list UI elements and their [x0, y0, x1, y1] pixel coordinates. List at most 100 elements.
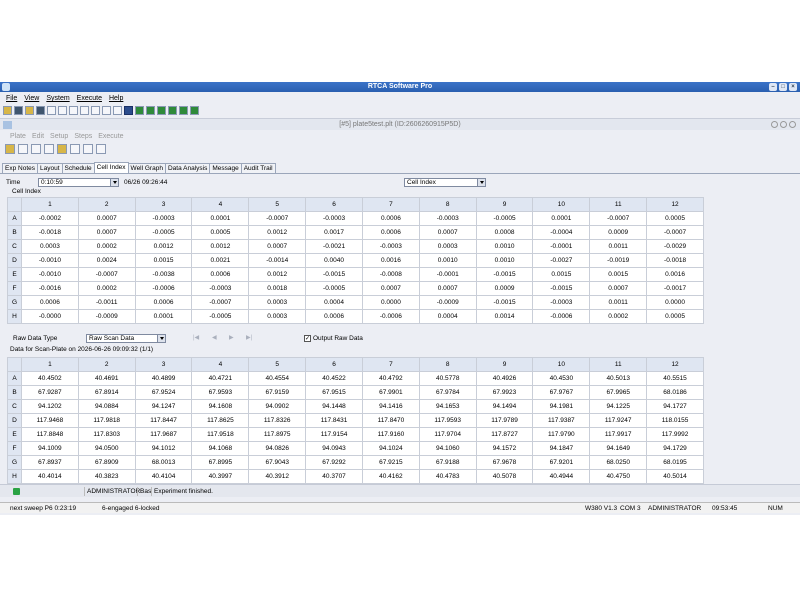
raw-data-cell[interactable]: 40.5014: [646, 469, 704, 484]
zoom-in-icon[interactable]: [91, 106, 100, 115]
station-1-icon[interactable]: [135, 106, 144, 115]
raw-data-cell[interactable]: 117.9704: [418, 427, 477, 442]
raw-data-cell[interactable]: 117.8470: [361, 413, 420, 428]
raw-data-cell[interactable]: 67.9784: [418, 385, 477, 400]
cell-index-cell[interactable]: -0.0015: [305, 267, 363, 282]
raw-data-cell[interactable]: 67.9678: [475, 455, 534, 470]
cell-index-cell[interactable]: -0.0010: [21, 267, 79, 282]
submenu-plate[interactable]: Plate: [10, 133, 26, 140]
raw-data-cell[interactable]: 117.9992: [646, 427, 704, 442]
raw-data-cell[interactable]: 94.1202: [21, 399, 79, 414]
raw-data-cell[interactable]: 67.9043: [248, 455, 307, 470]
submenu-edit[interactable]: Edit: [32, 133, 44, 140]
cell-index-cell[interactable]: 0.0007: [418, 225, 477, 240]
raw-data-cell[interactable]: 117.8303: [77, 427, 136, 442]
raw-data-cell[interactable]: 67.9524: [134, 385, 193, 400]
tab-exp-notes[interactable]: Exp Notes: [2, 163, 38, 173]
doc-restore-icon[interactable]: [780, 121, 787, 128]
cell-index-column-header[interactable]: 9: [475, 197, 534, 212]
cell-index-cell[interactable]: -0.0009: [418, 295, 477, 310]
cell-index-cell[interactable]: 0.0018: [248, 281, 307, 296]
cell-index-cell[interactable]: -0.0005: [134, 225, 193, 240]
tab-audit-trail[interactable]: Audit Trail: [240, 163, 276, 173]
raw-data-cell[interactable]: 117.9468: [21, 413, 79, 428]
raw-data-cell[interactable]: 40.4502: [21, 371, 79, 386]
cell-index-cell[interactable]: -0.0003: [361, 239, 420, 254]
raw-data-column-header[interactable]: 12: [646, 357, 704, 372]
cell-index-cell[interactable]: 0.0015: [532, 267, 591, 282]
raw-data-row-header[interactable]: H: [7, 469, 22, 484]
submenu-execute[interactable]: Execute: [98, 133, 123, 140]
minimize-button[interactable]: –: [769, 83, 777, 91]
cell-index-cell[interactable]: -0.0018: [21, 225, 79, 240]
cell-index-cell[interactable]: 0.0015: [589, 267, 648, 282]
message-icon[interactable]: [31, 144, 41, 154]
raw-data-cell[interactable]: 40.5515: [646, 371, 704, 386]
raw-data-cell[interactable]: 94.1653: [418, 399, 477, 414]
cell-index-cell[interactable]: 0.0007: [361, 281, 420, 296]
cell-index-cell[interactable]: 0.0006: [21, 295, 79, 310]
tab-layout[interactable]: Layout: [37, 163, 63, 173]
cell-index-cell[interactable]: 0.0010: [475, 253, 534, 268]
raw-data-cell[interactable]: 117.9917: [589, 427, 648, 442]
prev-page-icon[interactable]: ◀: [212, 334, 217, 341]
raw-data-cell[interactable]: 94.0500: [77, 441, 136, 456]
cell-index-cell[interactable]: -0.0001: [532, 239, 591, 254]
cell-index-column-header[interactable]: 7: [361, 197, 420, 212]
raw-data-column-header[interactable]: 5: [248, 357, 307, 372]
cell-index-cell[interactable]: -0.0014: [248, 253, 307, 268]
raw-data-cell[interactable]: 94.1247: [134, 399, 193, 414]
raw-data-column-header[interactable]: 11: [589, 357, 648, 372]
raw-data-cell[interactable]: 67.9767: [532, 385, 591, 400]
raw-data-cell[interactable]: 117.9160: [361, 427, 420, 442]
plate-skip-icon[interactable]: [83, 144, 93, 154]
cell-index-cell[interactable]: -0.0003: [418, 211, 477, 226]
cell-index-cell[interactable]: -0.0005: [305, 281, 363, 296]
save-icon[interactable]: [14, 106, 23, 115]
cell-index-cell[interactable]: 0.0007: [418, 281, 477, 296]
raw-data-cell[interactable]: 94.1416: [361, 399, 420, 414]
raw-data-cell[interactable]: 68.0250: [589, 455, 648, 470]
cell-index-column-header[interactable]: 5: [248, 197, 307, 212]
raw-data-cell[interactable]: 40.4014: [21, 469, 79, 484]
tab-schedule[interactable]: Schedule: [61, 163, 95, 173]
cell-index-column-header[interactable]: 8: [418, 197, 477, 212]
raw-data-cell[interactable]: 94.1012: [134, 441, 193, 456]
cell-index-cell[interactable]: -0.0006: [134, 281, 193, 296]
station-5-icon[interactable]: [179, 106, 188, 115]
raw-data-cell[interactable]: 117.8447: [134, 413, 193, 428]
cell-index-cell[interactable]: -0.0005: [475, 211, 534, 226]
raw-data-cell[interactable]: 40.4522: [305, 371, 363, 386]
raw-data-cell[interactable]: 94.1727: [646, 399, 704, 414]
print-icon[interactable]: [36, 106, 45, 115]
raw-data-cell[interactable]: 67.8937: [21, 455, 79, 470]
cell-index-cell[interactable]: 0.0015: [134, 253, 193, 268]
cell-index-cell[interactable]: 0.0001: [532, 211, 591, 226]
raw-data-cell[interactable]: 94.1981: [532, 399, 591, 414]
cell-index-cell[interactable]: -0.0018: [646, 253, 704, 268]
raw-data-cell[interactable]: 67.9593: [191, 385, 250, 400]
tab-data-analysis[interactable]: Data Analysis: [164, 163, 211, 173]
cell-index-cell[interactable]: 0.0005: [191, 225, 250, 240]
cell-index-cell[interactable]: 0.0006: [305, 309, 363, 324]
raw-data-row-header[interactable]: A: [7, 371, 22, 386]
cell-index-cell[interactable]: 0.0024: [77, 253, 136, 268]
raw-data-cell[interactable]: 117.9154: [305, 427, 363, 442]
help-icon[interactable]: [113, 106, 122, 115]
cell-index-select[interactable]: Cell Index: [404, 178, 486, 187]
raw-data-column-header[interactable]: 7: [361, 357, 420, 372]
raw-data-cell[interactable]: 40.4691: [77, 371, 136, 386]
cell-index-cell[interactable]: 0.0004: [418, 309, 477, 324]
cell-index-cell[interactable]: -0.0011: [77, 295, 136, 310]
pause-icon[interactable]: [58, 106, 67, 115]
submenu-steps[interactable]: Steps: [74, 133, 92, 140]
cell-index-cell[interactable]: 0.0010: [475, 239, 534, 254]
cell-index-column-header[interactable]: 2: [77, 197, 136, 212]
raw-data-cell[interactable]: 40.5078: [475, 469, 534, 484]
cell-index-cell[interactable]: -0.0015: [532, 281, 591, 296]
menu-file[interactable]: File: [6, 94, 17, 104]
last-page-icon[interactable]: ▶|: [246, 334, 252, 341]
cell-index-cell[interactable]: 0.0008: [475, 225, 534, 240]
cell-index-cell[interactable]: -0.0010: [21, 253, 79, 268]
cell-index-cell[interactable]: -0.0029: [646, 239, 704, 254]
